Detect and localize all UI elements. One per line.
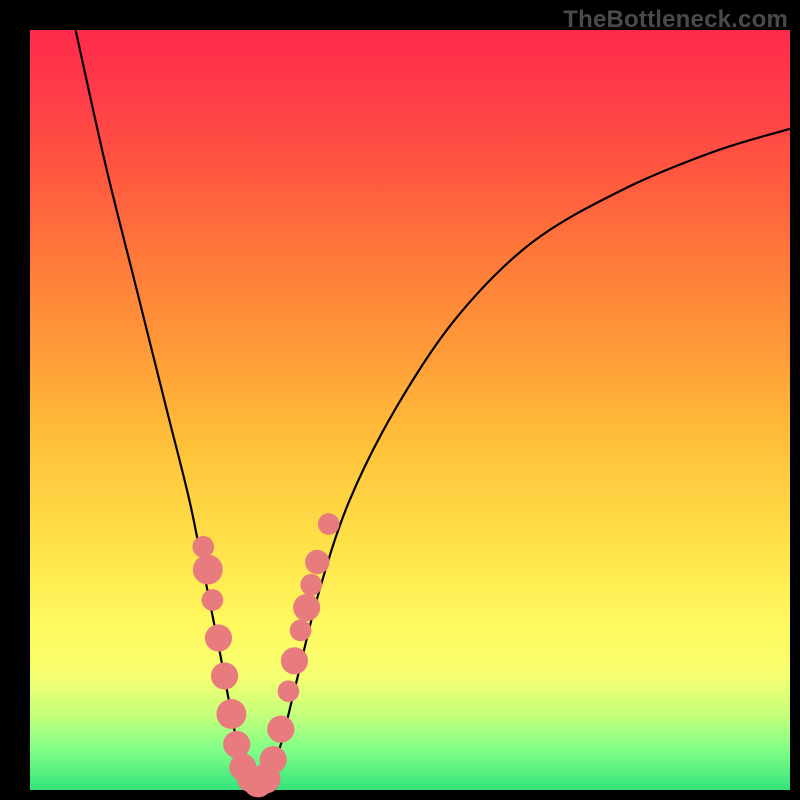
data-marker (278, 680, 300, 702)
data-marker (318, 513, 340, 535)
data-marker (300, 574, 322, 596)
data-marker (211, 662, 238, 689)
data-marker (305, 550, 329, 574)
data-marker (260, 746, 287, 773)
data-marker (205, 624, 232, 651)
trough-marker (241, 775, 276, 789)
bottleneck-curve (76, 30, 790, 782)
data-marker (193, 555, 223, 585)
chart-frame: TheBottleneck.com (0, 0, 800, 800)
data-marker (216, 699, 246, 729)
data-marker (290, 620, 312, 642)
data-marker (267, 716, 294, 743)
watermark-text: TheBottleneck.com (563, 6, 788, 34)
data-marker (223, 731, 250, 758)
plot-area (30, 30, 790, 790)
data-marker (293, 594, 320, 621)
data-marker (192, 536, 214, 558)
marker-group (192, 513, 339, 797)
data-marker (202, 589, 224, 611)
data-marker (281, 647, 308, 674)
chart-svg (30, 30, 790, 790)
